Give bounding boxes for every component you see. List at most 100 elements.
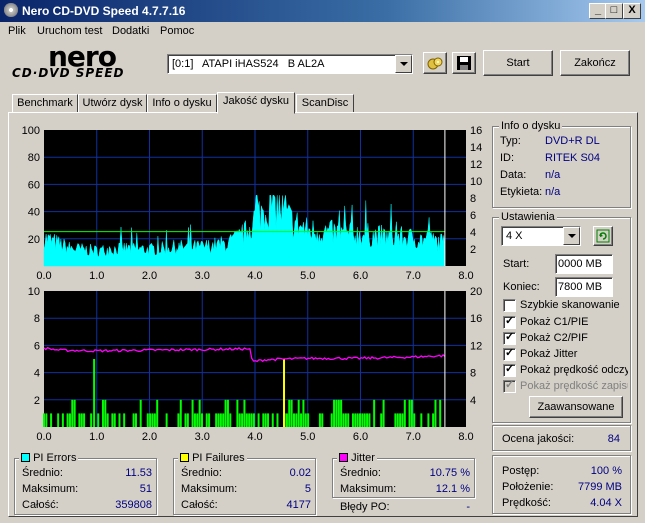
progress-label: Postęp: [502,465,540,477]
chart2-x-tick: 4.0 [247,431,262,443]
drive-select-value: [0:1] ATAPI iHAS524 B AL2A [172,58,325,70]
disc-info-group: Info o dysku Typ: DVD+R DL ID: RITEK S04… [492,120,631,208]
chart2-y-tick: 10 [28,286,40,298]
tab-scandisc[interactable]: ScanDisc [296,94,354,113]
pif-max-label: Maksimum: [181,483,238,495]
pie-avg-value: 11.53 [125,467,152,479]
disc-eject-icon [427,57,443,70]
quick-scan-checkbox[interactable] [503,299,516,312]
title-bar: Nero CD-DVD Speed 4.7.7.16 _ □ X [0,0,645,22]
advanced-button[interactable]: Zaawansowane [529,396,623,418]
chart2-x-tick: 0.0 [36,431,51,443]
po-errors-value: - [466,501,470,513]
close-button[interactable]: X [623,3,641,19]
app-icon [4,3,18,17]
pi-failures-group: PI Failures Średnio: 0.02 Maksimum: 5 Ca… [173,452,316,515]
menu-dodatki[interactable]: Dodatki [112,25,149,37]
chart2-x-tick: 6.0 [353,431,368,443]
speed-select[interactable]: 4 X [501,226,581,246]
pie-avg-label: Średnio: [22,467,63,479]
jitter-title: Jitter [351,452,375,464]
menu-pomoc[interactable]: Pomoc [160,25,194,37]
chart2-x-tick: 8.0 [458,431,473,443]
chart2-x-tick: 3.0 [195,431,210,443]
maximize-button[interactable]: □ [605,3,623,19]
chart1-x-tick: 1.0 [89,270,104,282]
chart2-y-tick: 8 [34,313,40,325]
chart2-y-tick: 4 [34,368,40,380]
chart2-y2-tick: 16 [470,313,482,325]
tab-jakosc-dysku[interactable]: Jakość dysku [217,92,295,114]
menu-plik[interactable]: Plik [8,25,26,37]
start-button[interactable]: Start [483,50,553,76]
pi-errors-group: PI Errors Średnio: 11.53 Maksimum: 51 Ca… [14,452,157,515]
end-mb-label: Koniec: [503,281,540,293]
speed-label: Prędkość: [502,497,551,509]
save-button[interactable] [452,52,476,74]
pie-total-label: Całość: [22,499,59,511]
chart1-x-tick: 2.0 [142,270,157,282]
floppy-icon [457,56,471,70]
menu-uruchom-test[interactable]: Uruchom test [37,25,102,37]
pi-errors-chart: 0.0 1.0 2.0 3.0 4.0 5.0 6.0 7.0 8.0 100 80 60 40 20 16… [22,125,483,282]
speed-select-value: 4 X [506,230,523,242]
chart1-x-tick: 0.0 [36,270,51,282]
chart1-y2-tick: 8 [470,193,476,205]
show-read-speed-label: Pokaż prędkość odczytu [520,364,628,376]
jitter-avg-value: 10.75 % [429,467,470,479]
show-write-speed-checkbox [503,378,516,393]
pi-failures-jitter-chart: 0.0 1.0 2.0 3.0 4.0 5.0 6.0 7.0 8.0 10 8 6 4 2 20 16 12 8… [28,286,483,443]
quality-value: 84 [607,433,620,445]
tab-info-o-dysku[interactable]: Info o dysku [147,94,217,113]
end-button[interactable]: Zakończ [560,50,630,76]
show-pie-checkbox[interactable] [503,314,516,329]
chart2-y2-tick: 12 [470,340,482,352]
jitter-max-label: Maksimum: [340,483,397,495]
disc-date-value: n/a [545,169,561,181]
chart1-y-tick: 80 [28,152,40,164]
pie-max-label: Maksimum: [22,483,79,495]
chart2-x-tick: 1.0 [89,431,104,443]
settings-group: Ustawienia 4 X Start: 0000 MB Koniec: 78… [492,211,631,423]
tab-utworz-dysk[interactable]: Utwórz dysk [78,94,147,113]
chevron-down-icon[interactable] [563,227,580,245]
chart1-x-tick: 4.0 [247,270,262,282]
disc-info-title: Info o dysku [499,120,563,132]
show-read-speed-checkbox[interactable] [503,362,516,377]
drive-select[interactable]: [0:1] ATAPI iHAS524 B AL2A [167,54,413,74]
start-mb-label: Start: [503,258,530,270]
chart1-x-tick: 8.0 [458,270,473,282]
chart1-y-tick: 40 [28,207,40,219]
chart1-x-tick: 5.0 [300,270,315,282]
progress-value: 100 % [590,465,622,477]
chart1-y2-tick: 4 [470,227,476,239]
tab-benchmark[interactable]: Benchmark [12,94,78,113]
chart1-y2-tick: 12 [470,159,482,171]
eject-button[interactable] [423,52,447,74]
show-pif-checkbox[interactable] [503,330,516,345]
show-jitter-label: Pokaż Jitter [520,348,578,360]
start-mb-input[interactable]: 0000 MB [555,254,613,274]
chart2-y-tick: 2 [34,395,40,407]
refresh-speed-button[interactable] [593,226,613,246]
chart1-y2-tick: 2 [470,244,476,256]
quick-scan-label: Szybkie skanowanie [520,299,620,311]
pi-failures-title: PI Failures [192,452,245,464]
show-write-speed-label: Pokaż prędkość zapisu [520,380,628,392]
refresh-icon [596,229,610,243]
end-mb-value: 7800 MB [558,281,603,293]
show-pif-label: Pokaż C2/PIF [520,332,588,344]
jitter-avg-label: Średnio: [340,467,381,479]
chart1-x-tick: 7.0 [406,270,421,282]
chart2-y-tick: 6 [34,340,40,352]
position-value: 7799 MB [577,481,622,493]
speed-value: 4.04 X [590,497,622,509]
end-mb-input[interactable]: 7800 MB [555,277,613,297]
show-pie-label: Pokaż C1/PIE [520,316,589,328]
chevron-down-icon[interactable] [395,55,412,73]
disc-id-label: ID: [500,152,515,164]
disc-label-value: n/a [545,186,561,198]
cd-dvd-speed-logo: CD·DVD SPEED [12,66,125,80]
chart2-x-tick: 5.0 [300,431,315,443]
show-jitter-checkbox[interactable] [503,346,516,361]
